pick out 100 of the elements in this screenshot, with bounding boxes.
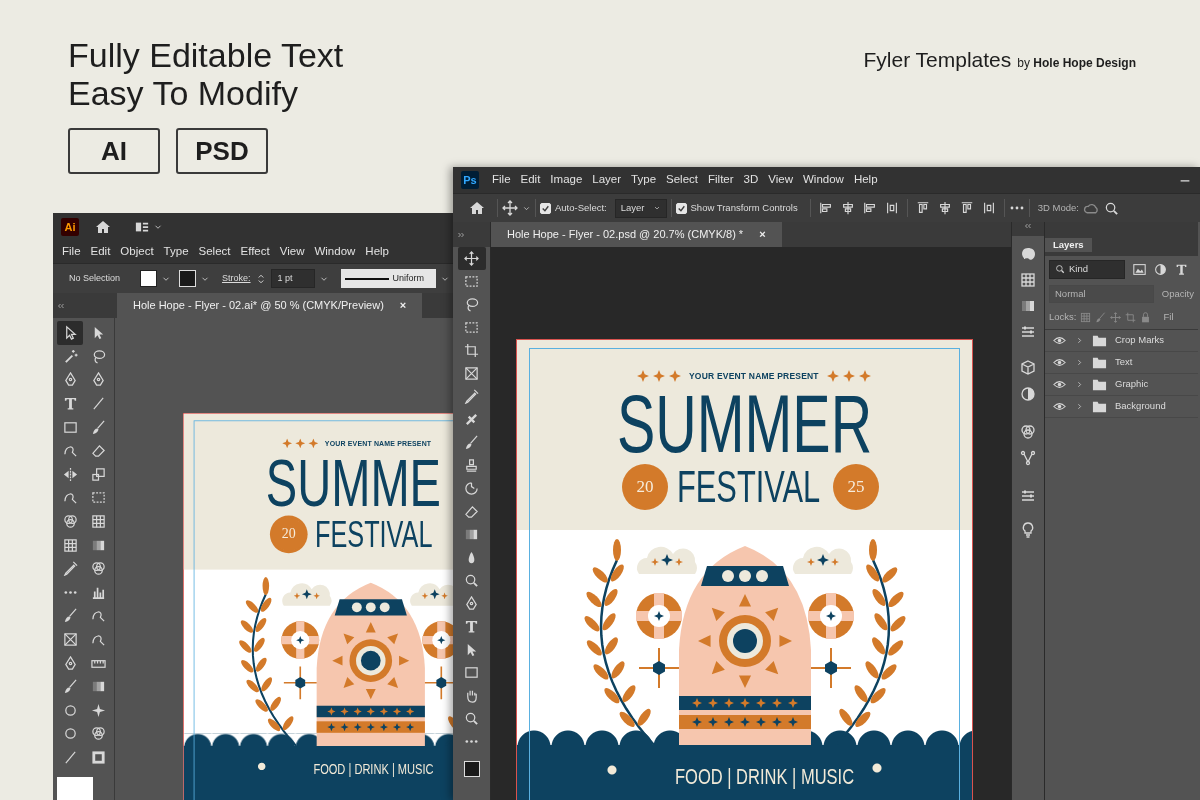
menu-item[interactable]: Window [313,243,357,261]
type-filter-icon[interactable] [1175,262,1188,276]
gradient-icon[interactable] [464,527,479,542]
layer-row[interactable]: Text [1045,352,1198,374]
pen-tool-icon[interactable] [464,596,479,611]
menu-item[interactable]: Help [852,171,879,189]
brush-icon[interactable] [464,435,479,450]
menu-item[interactable]: Edit [519,171,542,189]
adjustment-filter-icon[interactable] [1154,262,1167,276]
menu-item[interactable]: 3D [742,171,760,189]
pen-tool-icon[interactable] [90,372,106,388]
menu-item[interactable]: Effect [239,243,271,261]
menu-item[interactable]: Edit [89,243,112,261]
align-left-icon[interactable] [818,201,833,215]
checkbox[interactable] [675,202,687,214]
sparkle-icon[interactable] [90,702,106,718]
curve-icon[interactable] [90,608,106,624]
reflect-icon[interactable] [62,466,78,482]
bandage-icon[interactable] [464,412,479,427]
nodes-icon[interactable] [1020,450,1036,466]
distribute-icon[interactable] [981,201,996,215]
profile-dropdown[interactable]: Uniform [340,269,436,288]
eye-icon[interactable] [1053,400,1066,413]
bulb-icon[interactable] [1020,522,1036,538]
pen-tool-icon[interactable] [62,655,78,671]
line-tool-icon[interactable] [90,396,106,412]
fill-swatch[interactable] [140,270,158,287]
move-tool-icon[interactable] [502,200,518,216]
image-filter-icon[interactable] [1133,262,1146,276]
close-button[interactable]: × [759,226,766,243]
checkbox[interactable] [540,202,551,214]
sliders-icon[interactable] [1020,488,1036,504]
align-center-icon[interactable] [840,201,855,215]
menu-item[interactable]: Type [162,243,190,261]
filter-dropdown[interactable]: Kind [1049,259,1125,279]
menu-item[interactable]: File [491,171,512,189]
circles-icon[interactable] [90,726,106,742]
frame-icon[interactable] [464,366,479,381]
panel-tab[interactable]: Layers [1045,237,1092,253]
eraser-icon[interactable] [464,504,479,519]
stroke-weight-field[interactable]: 1 pt [270,269,315,288]
move-tool-icon[interactable] [464,251,479,266]
chevron-icon[interactable] [1075,358,1084,367]
curve-icon[interactable] [62,443,78,459]
type-tool-icon[interactable] [464,619,479,634]
eye-icon[interactable] [1053,334,1066,347]
rectangle-tool-icon[interactable] [464,665,479,680]
close-button[interactable]: × [399,297,407,314]
type-tool-icon[interactable] [62,396,78,412]
menu-item[interactable]: Layer [591,171,623,189]
scale-icon[interactable] [90,466,106,482]
align-bottom-icon[interactable] [959,201,974,215]
menu-item[interactable]: Image [549,171,584,189]
history-brush-icon[interactable] [464,481,479,496]
circles-icon[interactable] [1020,424,1036,440]
document-tab[interactable]: Hole Hope - Flyer - 02.ai* @ 50 % (CMYK/Preview) × [117,293,423,318]
lasso-icon[interactable] [464,297,479,312]
eyedropper-icon[interactable] [62,561,78,577]
menu-item[interactable]: Select [197,243,232,261]
layer-row[interactable]: Crop Marks [1045,330,1198,352]
stamp-icon[interactable] [464,458,479,473]
workspace-icon[interactable] [135,220,149,234]
square-icon[interactable] [90,750,106,765]
eraser-icon[interactable] [90,443,106,459]
layer-row[interactable]: Background [1045,396,1198,418]
stroke-swatch[interactable] [179,270,197,287]
align-top-icon[interactable] [915,201,930,215]
menu-item[interactable]: View [278,243,306,261]
marquee-icon[interactable] [464,274,479,289]
menu-item[interactable]: Filter [707,171,735,189]
document-tab[interactable]: Hole Hope - Flyer - 02.psd @ 20.7% (CMYK/8) * × [491,222,782,247]
distribute-icon[interactable] [884,201,899,215]
mesh-icon[interactable] [62,537,78,553]
align-middle-icon[interactable] [937,201,952,215]
menu-item[interactable]: Help [364,243,390,261]
eye-icon[interactable] [1053,356,1066,369]
menu-item[interactable]: View [767,171,794,189]
zoom-icon[interactable] [464,711,479,726]
sliders-icon[interactable] [1020,324,1036,340]
object-selection-icon[interactable] [464,320,479,335]
gradient-icon[interactable] [1020,298,1036,314]
menu-item[interactable]: Type [630,171,658,189]
brush-icon[interactable] [62,679,78,695]
align-right-icon[interactable] [862,201,877,215]
fill-swatch[interactable] [57,777,93,800]
magic-wand-icon[interactable] [62,348,78,364]
hand-icon[interactable] [464,688,479,703]
target-dropdown[interactable]: Layer [614,198,667,218]
menu-item[interactable]: File [61,243,82,261]
menu-item[interactable]: Select [665,171,699,189]
perspective-grid-icon[interactable] [90,514,106,530]
home-icon[interactable] [95,219,111,235]
search-icon[interactable] [1103,200,1119,216]
brush-icon[interactable] [90,419,106,435]
curve-icon[interactable] [90,632,106,647]
half-circle-icon[interactable] [1020,386,1036,402]
chevron-icon[interactable] [1075,402,1084,411]
stroke-label[interactable]: Stroke: [222,271,251,286]
eye-icon[interactable] [1053,378,1066,391]
grid-icon[interactable] [1020,272,1036,288]
